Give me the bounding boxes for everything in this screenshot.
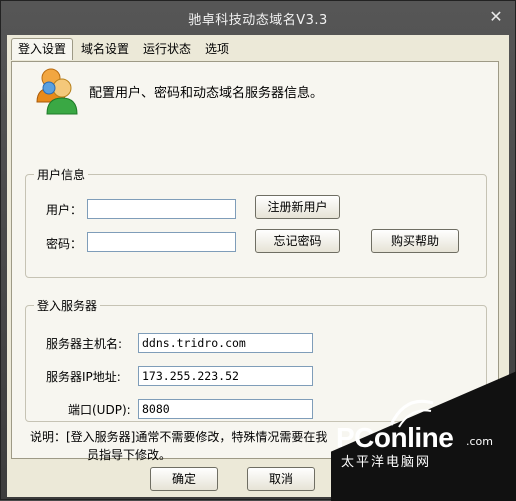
app-window: 驰卓科技动态域名V3.3 ✕ 登入设置 域名设置 运行状态 选项 配置用户、密码… bbox=[0, 0, 516, 501]
password-label: 密码： bbox=[46, 237, 83, 251]
watermark-subtitle: 太平洋电脑网 bbox=[341, 455, 432, 470]
server-ip-label: 服务器IP地址: bbox=[46, 370, 121, 384]
tab-options[interactable]: 选项 bbox=[199, 39, 235, 59]
ok-button[interactable]: 确定 bbox=[150, 467, 218, 491]
user-info-group: 用户信息 用户： 注册新用户 密码： 忘记密码 购买帮助 bbox=[25, 166, 487, 278]
tab-bar: 登入设置 域名设置 运行状态 选项 bbox=[11, 38, 237, 61]
port-input[interactable]: 8080 bbox=[138, 399, 313, 419]
buy-help-button[interactable]: 购买帮助 bbox=[371, 229, 459, 253]
server-host-label: 服务器主机名: bbox=[46, 337, 123, 351]
users-icon bbox=[36, 68, 78, 115]
server-ip-input[interactable]: 173.255.223.52 bbox=[138, 366, 313, 386]
server-group-label: 登入服务器 bbox=[34, 297, 101, 314]
note-line-1: 说明：[登入服务器]通常不需要修改，特殊情况需要在我 bbox=[30, 430, 328, 444]
title-bar[interactable]: 驰卓科技动态域名V3.3 ✕ bbox=[1, 1, 515, 35]
watermark-domain: .com bbox=[466, 435, 493, 448]
username-input[interactable] bbox=[87, 199, 236, 219]
tab-run-status[interactable]: 运行状态 bbox=[137, 39, 197, 59]
port-label: 端口(UDP): bbox=[68, 403, 131, 417]
server-host-input[interactable]: ddns.tridro.com bbox=[138, 333, 313, 353]
header-description: 配置用户、密码和动态域名服务器信息。 bbox=[89, 86, 324, 101]
tab-domain-settings[interactable]: 域名设置 bbox=[75, 39, 135, 59]
username-label: 用户： bbox=[46, 203, 83, 217]
watermark-logo: PConline bbox=[336, 422, 454, 453]
user-info-group-label: 用户信息 bbox=[34, 166, 89, 183]
cancel-button[interactable]: 取消 bbox=[247, 467, 315, 491]
forgot-password-button[interactable]: 忘记密码 bbox=[255, 229, 340, 253]
close-button[interactable]: ✕ bbox=[485, 7, 507, 27]
register-button[interactable]: 注册新用户 bbox=[255, 195, 340, 219]
password-input[interactable] bbox=[87, 232, 236, 252]
window-title: 驰卓科技动态域名V3.3 bbox=[188, 12, 328, 28]
tab-login-settings[interactable]: 登入设置 bbox=[11, 38, 74, 60]
